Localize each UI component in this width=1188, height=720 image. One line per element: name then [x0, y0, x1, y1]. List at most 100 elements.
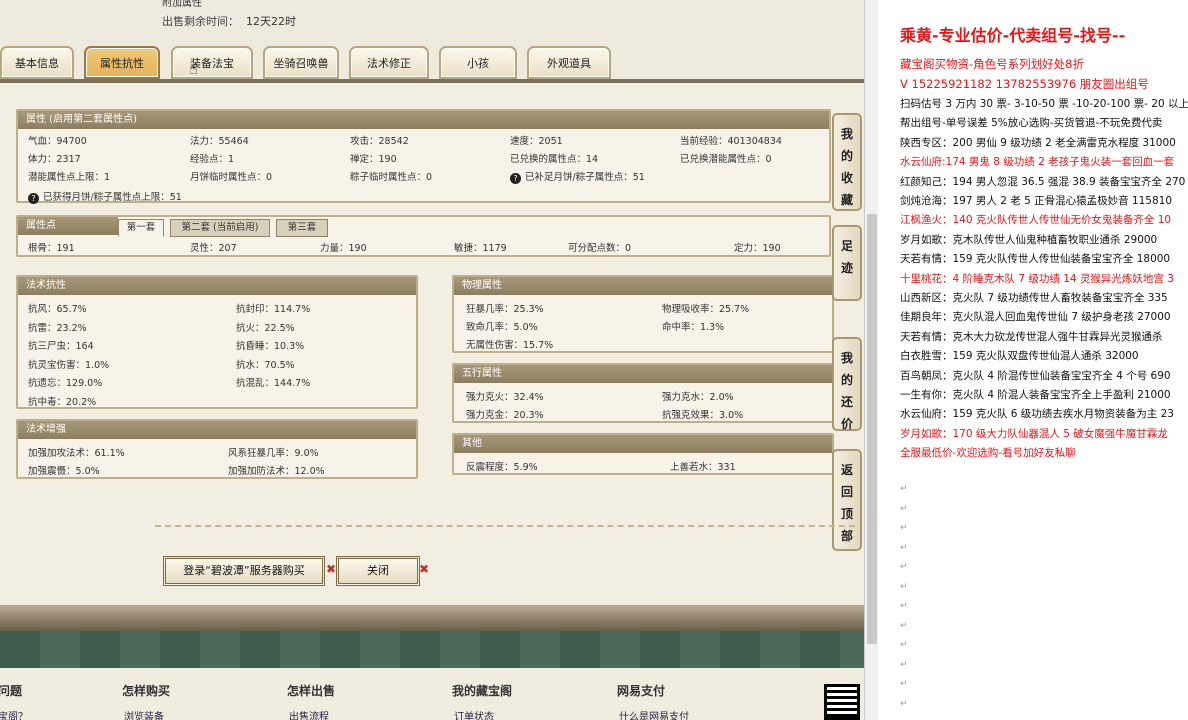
doc-line-18: 水云仙府：159 克火队 6 级功绩去疾水月物资装备为主 23 [900, 408, 1174, 421]
footer-col-1: 怎样购买 [122, 684, 171, 698]
tab-5[interactable]: 小孩 [439, 46, 517, 79]
footer-link-2[interactable]: 出售流程 [289, 708, 329, 720]
attr-1-0: 体力：2317 [28, 151, 81, 165]
attr-1-3-key: 已兑换的属性点： [510, 154, 587, 165]
points-subtab-1[interactable]: 第二套 (当前启用) [170, 219, 270, 237]
resist-item-5: 抗昏睡：10.3% [236, 338, 304, 352]
resist-item-10-value: 20.2% [66, 396, 97, 408]
resist-item-9-key: 抗混乱： [236, 378, 275, 389]
doc-line-14: 天若有情：克木大力砍龙传世混人强牛甘霖异光灵猴通杀 [900, 330, 1163, 343]
resist-item-7: 抗水：70.5% [236, 357, 295, 371]
tab-1[interactable]: 属性抗性 [84, 46, 160, 79]
phys-item-3-value: 1.3% [700, 322, 725, 333]
resist-item-10: 抗中毒：20.2% [28, 394, 96, 408]
attr-0-3-key: 速度： [510, 136, 539, 147]
decor-pattern [0, 631, 864, 668]
attributes-title: 属性 (启用第二套属性点) [18, 111, 829, 129]
scrollbar[interactable] [864, 0, 878, 720]
tab-6[interactable]: 外观道具 [527, 46, 611, 79]
resist-item-9-value: 144.7% [274, 378, 311, 389]
doc-line-0: 藏宝阁买物资-角色号系列划好处8折 [900, 57, 1084, 71]
points-subtab-2[interactable]: 第三套 [276, 219, 328, 237]
attr-0-1: 法力：55464 [190, 133, 249, 147]
enhance-item-3-value: 12.0% [294, 466, 325, 477]
attr-1-1-value: 1 [228, 154, 235, 165]
five-item-3-key: 抗强克效果： [662, 410, 720, 421]
resist-item-8: 抗遗忘：129.0% [28, 375, 102, 389]
enhance-item-3: 加强加防法术：12.0% [228, 463, 325, 477]
enhance-title: 法术增强 [18, 421, 416, 439]
attr-1-1-key: 经验点： [190, 154, 229, 165]
doc-line-3: 帮出组号-单号误差 5%放心选购-买货管退-不玩免费代卖 [900, 117, 1163, 130]
attr-2-3-key: 已补足月饼/粽子属性点： [525, 172, 633, 183]
five-item-2-key: 强力克金： [466, 410, 514, 421]
five-item-1-value: 2.0% [709, 392, 734, 403]
points-item-1-key: 灵性： [190, 243, 219, 254]
attr-2-2: 粽子临时属性点：0 [350, 169, 432, 183]
doc-line-13: 佳期良年：克火队混人回血鬼传世仙 7 级护身老孩 27000 [900, 311, 1171, 324]
attr-2-0-value: 1 [104, 172, 111, 183]
side-button-1[interactable]: 足迹 [832, 225, 862, 301]
resist-item-5-key: 抗昏睡： [236, 341, 275, 352]
five-title: 五行属性 [454, 365, 832, 383]
points-box: 属性点 第一套 第二套 (当前启用) 第三套 根骨：191 灵性：207 力量：190 敏… [16, 215, 831, 257]
footer-link-1[interactable]: 浏览装备 [124, 708, 164, 720]
side-button-3[interactable]: 返回顶部 [832, 449, 862, 551]
tab-4[interactable]: 法术修正 [349, 46, 429, 79]
enhance-item-1-value: 9.0% [294, 448, 319, 459]
scroll-thumb[interactable] [867, 214, 877, 644]
side-button-2[interactable]: 我的还价 [832, 337, 862, 431]
other-item-1: 上善若水：331 [670, 459, 736, 473]
footer-link-0[interactable]: 宝阁？ [0, 708, 28, 720]
resist-item-4-key: 抗三尸虫： [28, 341, 76, 352]
resist-item-3: 抗火：22.5% [236, 320, 295, 334]
help-icon[interactable]: ? [28, 193, 39, 204]
resist-item-6-key: 抗灵宝伤害： [28, 359, 86, 371]
points-subtabs: 第一套 第二套 (当前启用) 第三套 [118, 219, 348, 237]
doc-line-4: 陕西专区：200 男仙 9 级功绩 2 老全满雷克水程度 31000 [900, 136, 1176, 149]
paragraph-mark-1: ↵ [900, 503, 908, 514]
points-subtab-0[interactable]: 第一套 [118, 219, 164, 237]
tab-2[interactable]: 装备法宝 [171, 46, 253, 79]
five-item-2: 强力克金：20.3% [466, 407, 544, 421]
tab-3[interactable]: 坐骑召唤兽 [263, 46, 339, 79]
attr-2-1-key: 月饼临时属性点： [190, 172, 267, 183]
doc-line-1: V 15225921182 13782553976 朋友圈出组号 [900, 77, 1149, 91]
attr-2-0: 潜能属性点上限：1 [28, 169, 110, 183]
attr-2-1-value: 0 [266, 172, 273, 183]
buy-button[interactable]: 登录“碧波潭”服务器购买 [163, 556, 325, 586]
help-icon[interactable]: ? [510, 173, 521, 184]
other-item-1-key: 上善若水： [670, 462, 718, 473]
buy-close-icon: ✖ [326, 562, 337, 576]
other-box: 其他 反震程度：5.9% 上善若水：331 [452, 433, 834, 475]
five-item-1: 强力克水：2.0% [662, 389, 734, 403]
resist-title: 法术抗性 [18, 277, 416, 295]
side-button-0[interactable]: 我的收藏 [832, 113, 862, 211]
points-item-3-key: 敏捷： [454, 243, 483, 254]
phys-item-2-value: 5.0% [513, 322, 538, 333]
side-button-label-2: 我的还价 [840, 351, 853, 431]
points-item-5-value: 190 [762, 243, 781, 254]
attr-0-1-value: 55464 [218, 136, 249, 147]
tab-0[interactable]: 基本信息 [0, 46, 74, 79]
side-button-label-0: 我的收藏 [840, 127, 853, 207]
footer-link-4[interactable]: 什么是网易支付 [619, 708, 689, 720]
points-item-3: 敏捷：1179 [454, 240, 507, 254]
resist-item-2-value: 23.2% [56, 322, 87, 334]
phys-item-3-key: 命中率： [662, 322, 701, 333]
enhance-item-2-key: 加强震慑： [28, 466, 76, 477]
attr-0-3-value: 2051 [538, 136, 563, 147]
enhance-item-0-value: 61.1% [94, 448, 125, 459]
footer-link-3[interactable]: 订单状态 [454, 708, 494, 720]
other-item-0-key: 反震程度： [466, 462, 514, 473]
attr-0-4-key: 当前经验： [680, 136, 728, 147]
points-item-4-key: 可分配点数： [568, 243, 626, 254]
paragraph-mark-3: ↵ [900, 542, 908, 553]
attr-1-4-key: 已兑换潜能属性点： [680, 154, 766, 165]
detail-tabs: 基本信息 属性抗性 装备法宝 坐骑召唤兽 法术修正 小孩 外观道具 [0, 46, 864, 79]
side-button-label-3: 返回顶部 [840, 463, 853, 543]
doc-line-12: 山西新区：克火队 7 级功绩传世人畜牧装备宝宝齐全 335 [900, 292, 1168, 304]
close-button[interactable]: 关闭 [336, 556, 420, 586]
side-button-label-1: 足迹 [840, 239, 853, 275]
attr-0-2-value: 28542 [378, 136, 409, 147]
